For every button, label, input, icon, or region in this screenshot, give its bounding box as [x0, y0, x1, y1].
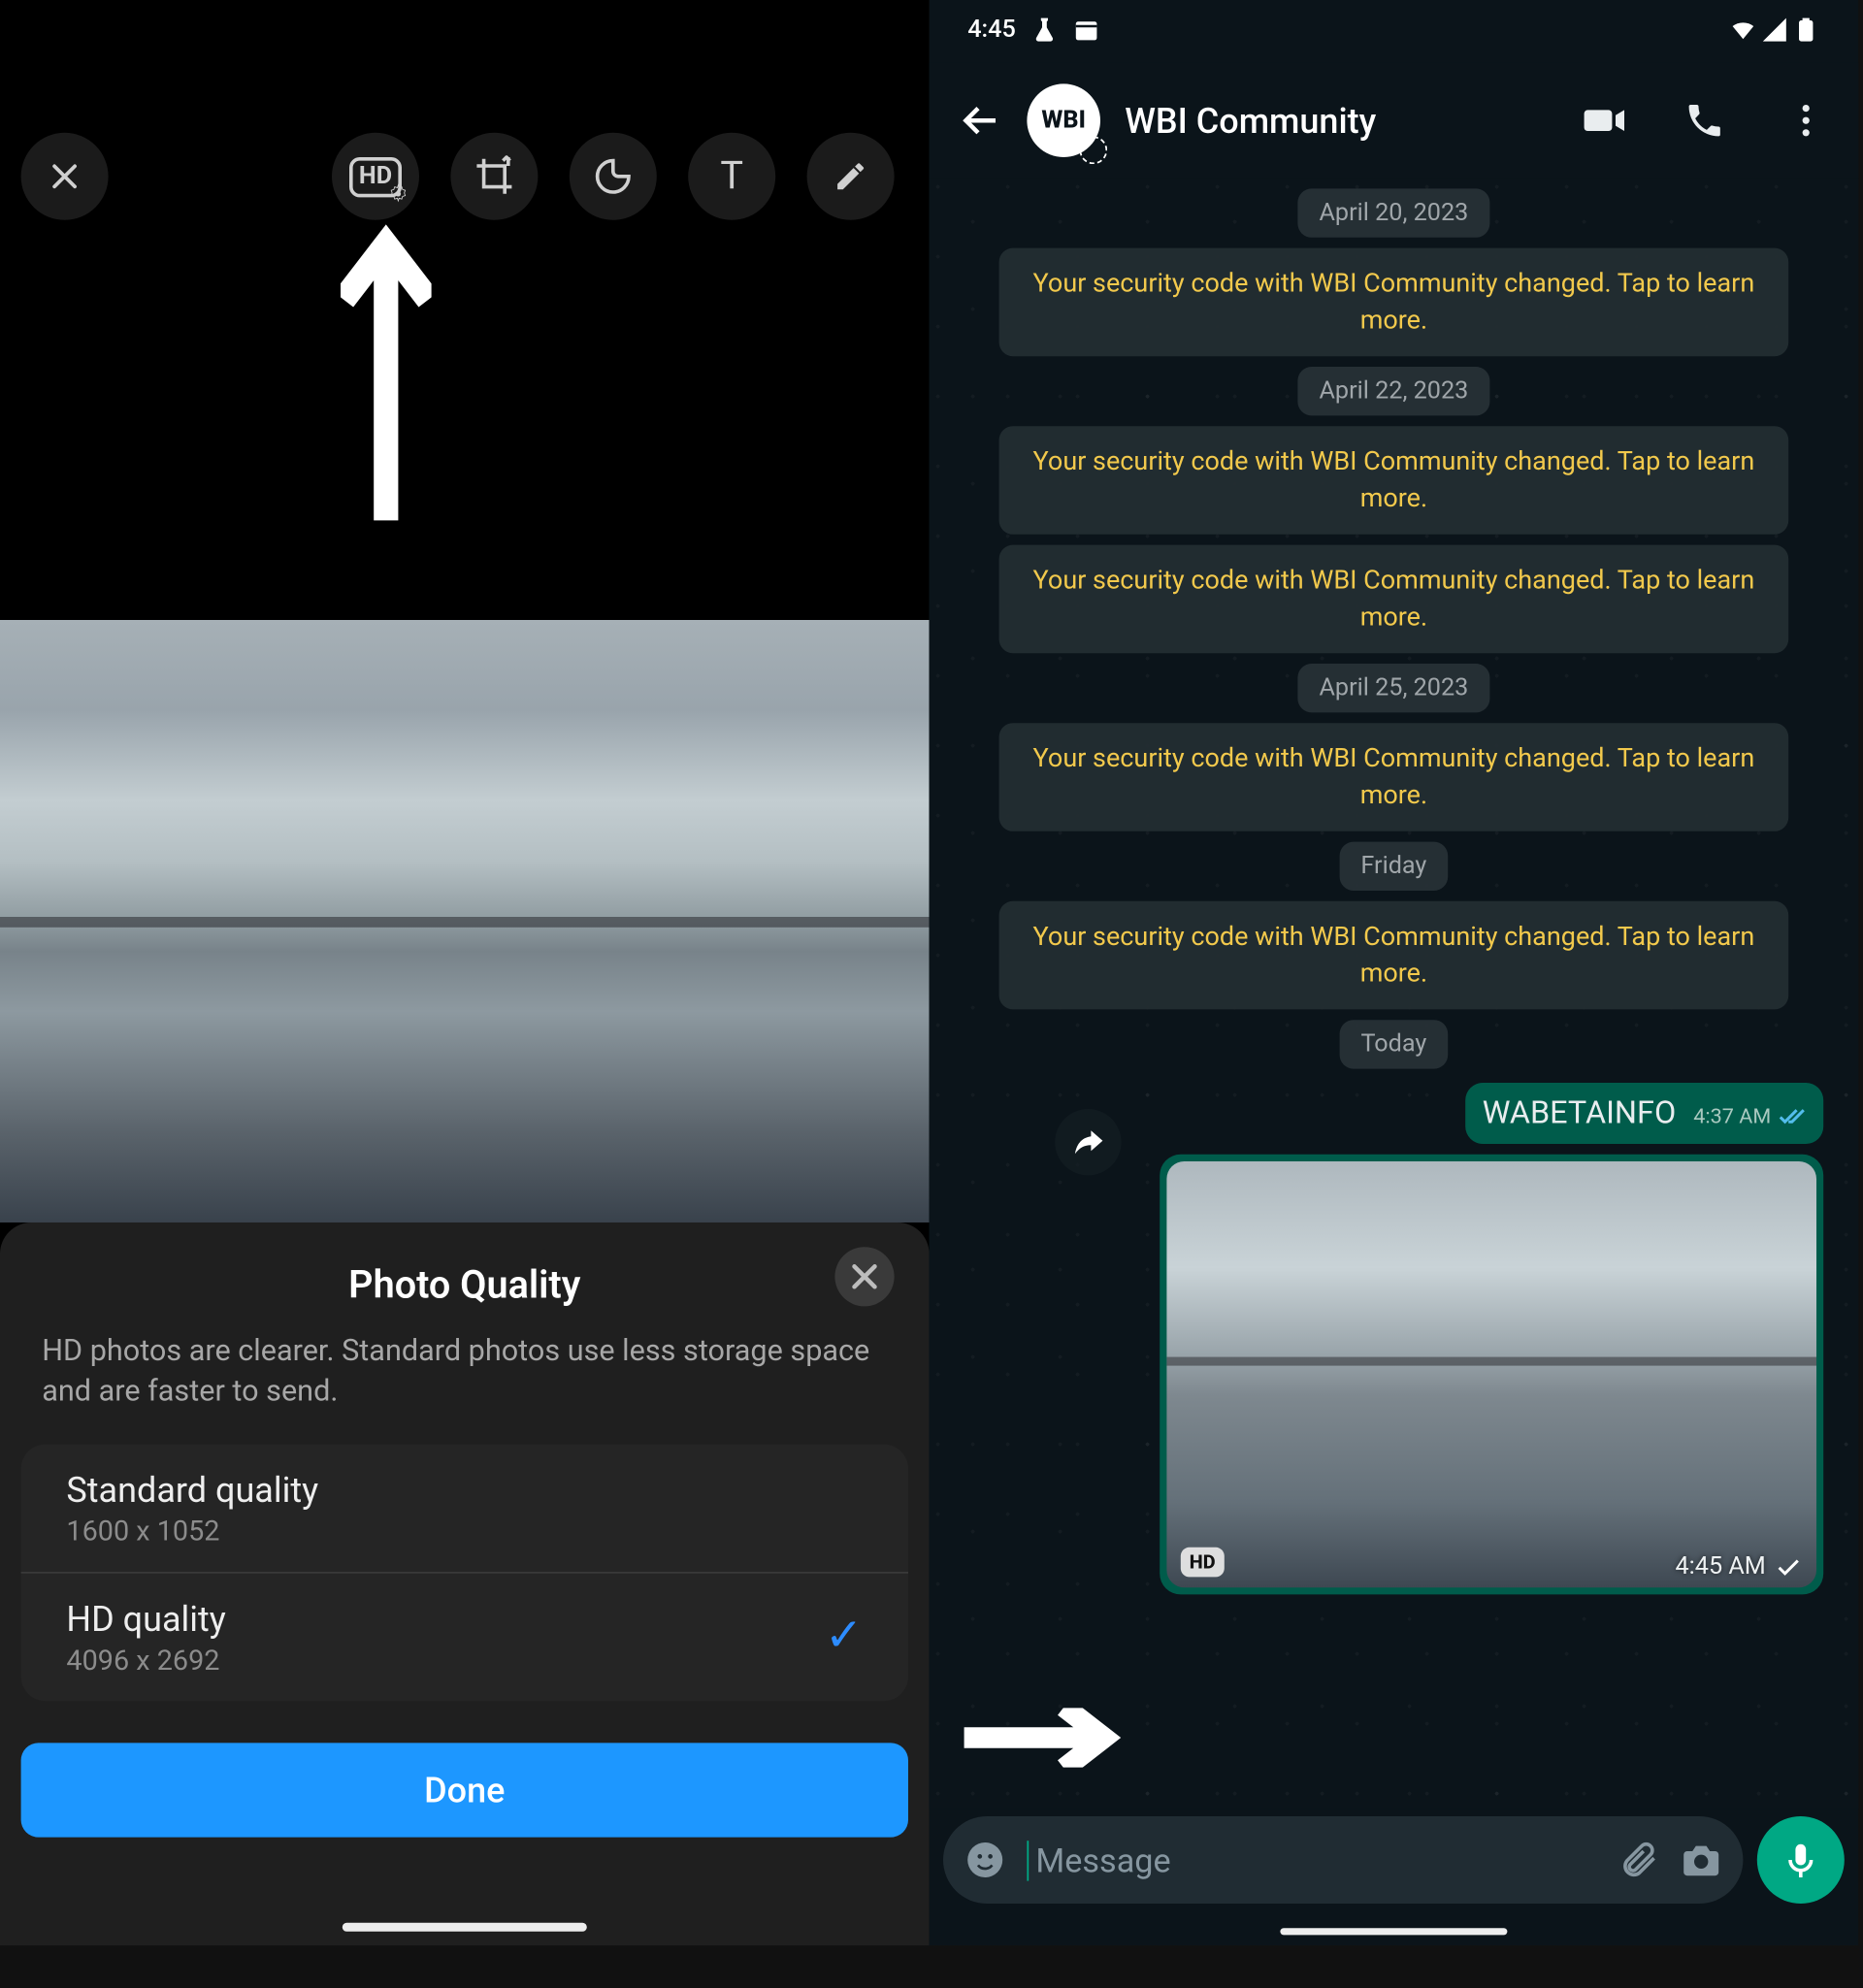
battery-icon	[1792, 16, 1820, 44]
video-call-button[interactable]	[1583, 100, 1624, 142]
outgoing-image-bubble[interactable]: HD 4:45 AM	[1160, 1155, 1823, 1595]
check-icon	[1775, 1552, 1803, 1581]
date-pill: Today	[1340, 1020, 1448, 1068]
back-button[interactable]	[961, 100, 1002, 142]
hd-icon: HD	[349, 156, 402, 196]
flask-icon	[1030, 16, 1058, 44]
forward-button[interactable]	[1055, 1109, 1121, 1175]
avatar[interactable]: WBI	[1027, 83, 1100, 157]
security-notice[interactable]: Your security code with WBI Community ch…	[999, 545, 1789, 654]
option-standard-quality[interactable]: Standard quality 1600 x 1052	[21, 1444, 908, 1571]
option-hd-quality[interactable]: HD quality 4096 x 2692 ✓	[21, 1572, 908, 1701]
sticker-button[interactable]	[570, 133, 657, 220]
photo-preview	[0, 620, 930, 1222]
message-time: 4:37 AM	[1693, 1104, 1771, 1128]
media-editor-screen: HD T Photo Quality	[0, 0, 930, 1945]
security-notice[interactable]: Your security code with WBI Community ch…	[999, 426, 1789, 535]
photo-quality-sheet: Photo Quality HD photos are clearer. Sta…	[0, 1222, 930, 1945]
image-thumbnail	[1166, 1161, 1816, 1587]
sheet-close-button[interactable]	[834, 1247, 894, 1306]
message-input-box[interactable]: Message	[943, 1816, 1743, 1904]
input-bar: Message	[930, 1799, 1859, 1945]
home-indicator	[1280, 1928, 1507, 1935]
date-pill: April 25, 2023	[1298, 664, 1489, 712]
sheet-description: HD photos are clearer. Standard photos u…	[0, 1308, 930, 1413]
option-label: Standard quality	[66, 1469, 863, 1511]
chat-screen: 4:45 WBI WBI Community April 20, 2023 You…	[930, 0, 1859, 1945]
quality-options: Standard quality 1600 x 1052 HD quality …	[21, 1444, 908, 1701]
annotation-arrow-right	[964, 1708, 1132, 1767]
outgoing-text-bubble[interactable]: WABETAINFO 4:37 AM	[1465, 1083, 1823, 1144]
sheet-title: Photo Quality	[0, 1264, 930, 1308]
text-button[interactable]: T	[688, 133, 775, 220]
checkmark-icon: ✓	[825, 1611, 863, 1663]
security-notice[interactable]: Your security code with WBI Community ch…	[999, 248, 1789, 357]
mic-button[interactable]	[1757, 1816, 1845, 1904]
date-pill: April 22, 2023	[1298, 367, 1489, 415]
done-button[interactable]: Done	[21, 1743, 908, 1837]
voice-call-button[interactable]	[1683, 100, 1725, 142]
attach-icon[interactable]	[1618, 1839, 1659, 1880]
emoji-icon[interactable]	[964, 1839, 1006, 1880]
status-bar: 4:45	[930, 0, 1859, 52]
message-placeholder: Message	[1027, 1840, 1596, 1879]
home-indicator	[343, 1923, 587, 1932]
annotation-arrow-up	[341, 223, 432, 520]
message-time: 4:45 AM	[1676, 1552, 1766, 1581]
option-label: HD quality	[66, 1598, 863, 1640]
menu-button[interactable]	[1785, 100, 1827, 142]
wifi-icon	[1729, 16, 1757, 44]
option-resolution: 1600 x 1052	[66, 1514, 863, 1547]
double-check-icon	[1778, 1102, 1806, 1130]
calendar-icon	[1071, 16, 1099, 44]
hd-badge: HD	[1181, 1548, 1225, 1578]
date-pill: April 20, 2023	[1298, 188, 1489, 237]
text-icon: T	[720, 154, 743, 198]
message-text: WABETAINFO	[1483, 1095, 1676, 1132]
editor-toolbar: HD T	[0, 133, 930, 220]
chat-header: WBI WBI Community	[930, 63, 1859, 179]
option-resolution: 4096 x 2692	[66, 1644, 863, 1677]
hd-quality-button[interactable]: HD	[332, 133, 419, 220]
chat-title[interactable]: WBI Community	[1125, 100, 1557, 142]
security-notice[interactable]: Your security code with WBI Community ch…	[999, 723, 1789, 831]
camera-icon[interactable]	[1681, 1839, 1722, 1880]
date-pill: Friday	[1340, 842, 1448, 891]
security-notice[interactable]: Your security code with WBI Community ch…	[999, 901, 1789, 1010]
message-list[interactable]: April 20, 2023 Your security code with WB…	[930, 179, 1859, 1809]
crop-rotate-button[interactable]	[450, 133, 538, 220]
status-time: 4:45	[967, 16, 1016, 44]
signal-icon	[1760, 16, 1788, 44]
draw-button[interactable]	[807, 133, 895, 220]
close-button[interactable]	[21, 133, 109, 220]
